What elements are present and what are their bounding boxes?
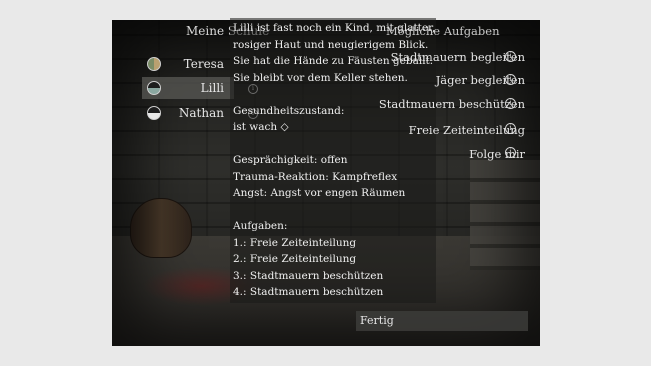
info-icon[interactable]: i xyxy=(505,98,516,109)
avatar xyxy=(147,81,161,95)
info-icon[interactable]: i xyxy=(505,123,516,134)
member-lilli[interactable]: Lilli xyxy=(142,77,234,99)
member-name: Nathan xyxy=(178,106,224,120)
member-nathan[interactable]: Nathan xyxy=(142,102,234,124)
member-name: Teresa xyxy=(183,57,224,71)
task-stadtmauern-beschuetzen[interactable]: Stadtmauern beschützen xyxy=(379,97,525,111)
tasks-title: Mögliche Aufgaben xyxy=(386,24,500,38)
member-teresa[interactable]: Teresa xyxy=(142,53,234,75)
task-folge-mir[interactable]: Folge mir xyxy=(469,147,525,161)
done-button[interactable]: Fertig xyxy=(356,311,528,331)
info-icon[interactable]: i xyxy=(505,147,516,158)
info-icon[interactable]: i xyxy=(505,74,516,85)
member-name: Lilli xyxy=(200,81,224,95)
info-icon[interactable]: i xyxy=(505,51,516,62)
avatar xyxy=(147,57,161,71)
avatar xyxy=(147,106,161,120)
